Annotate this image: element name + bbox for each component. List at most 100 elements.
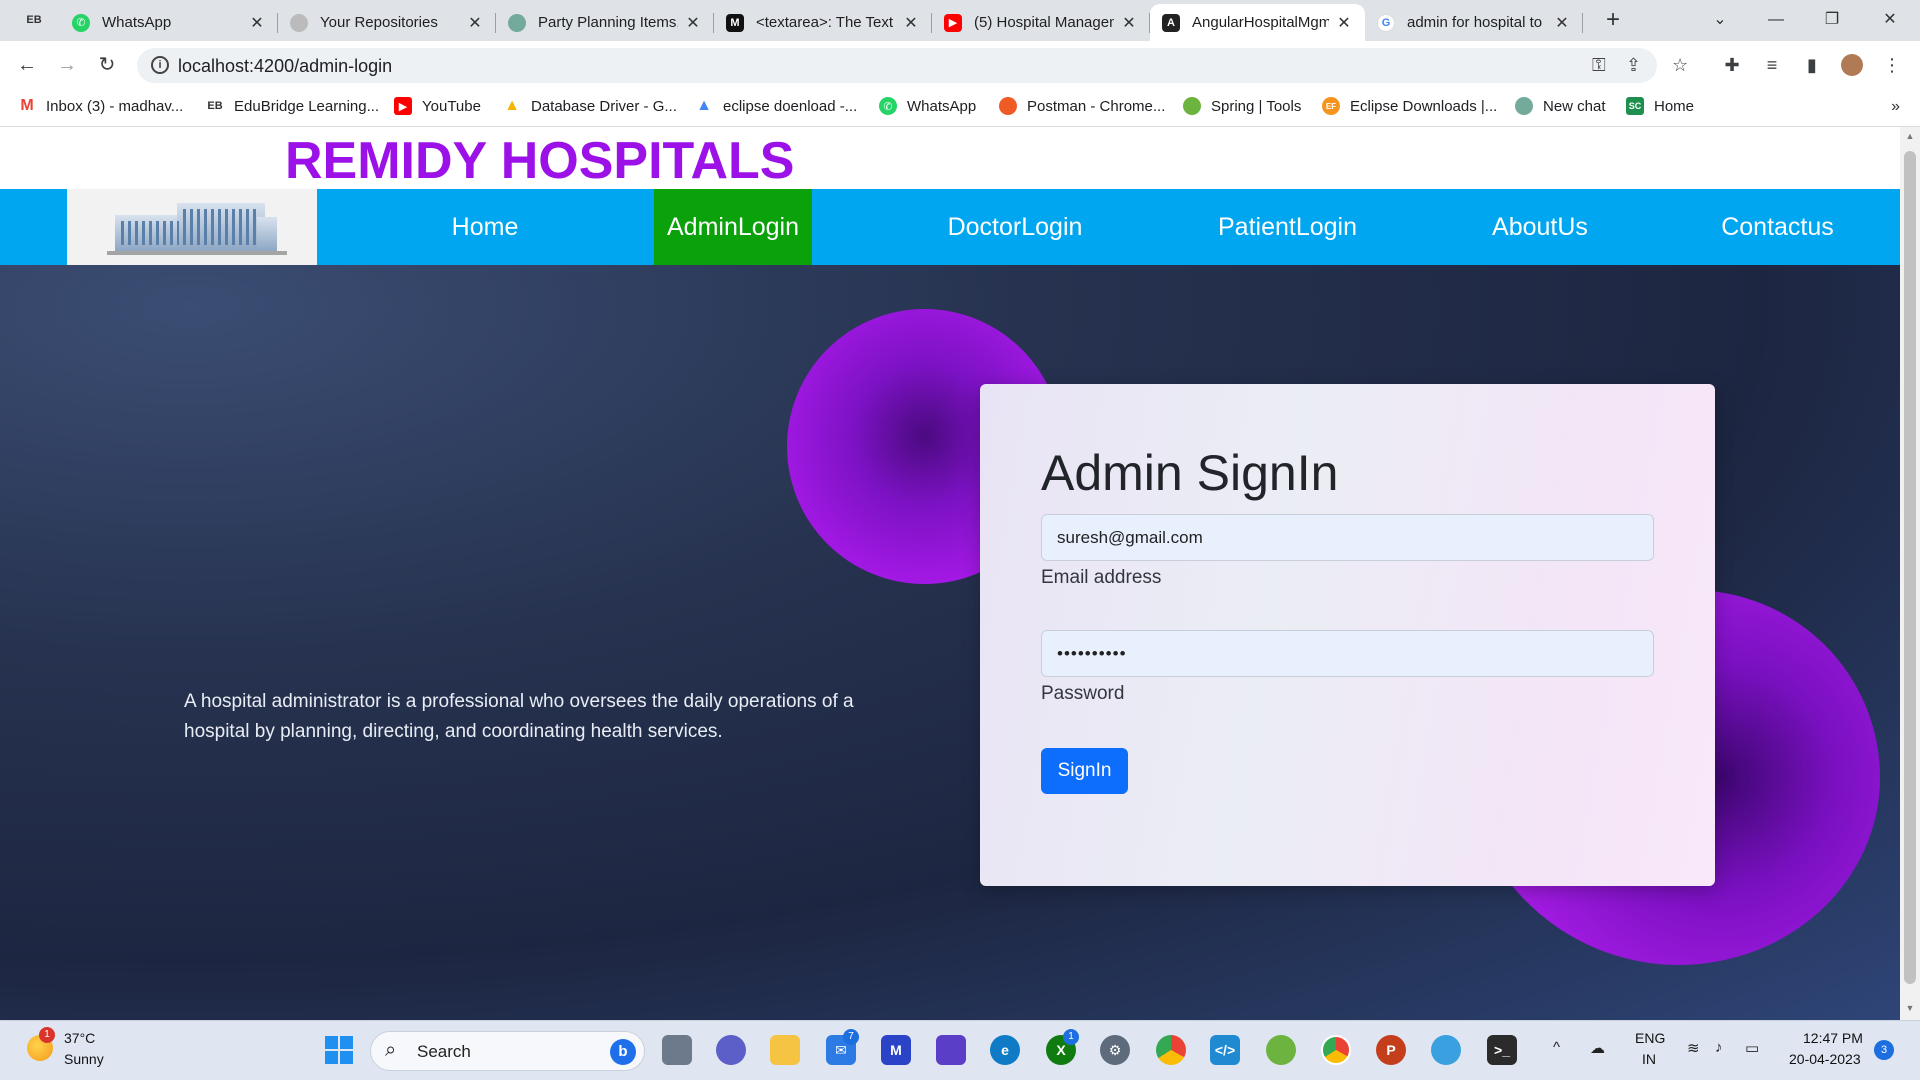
powerpoint-icon[interactable]: P	[1376, 1035, 1406, 1065]
whatsapp-icon: ✆	[879, 97, 897, 115]
bookmark-gmail[interactable]: M Inbox (3) - madhav...	[18, 97, 183, 115]
bookmarks-overflow-icon[interactable]: »	[1891, 98, 1900, 116]
weather-temperature[interactable]: 37°C	[64, 1030, 95, 1046]
edge-icon[interactable]: e	[990, 1035, 1020, 1065]
nav-patient-login[interactable]: PatientLogin	[1200, 189, 1375, 265]
bookmark-youtube[interactable]: ▶ YouTube	[394, 97, 481, 115]
whatsapp-icon: ✆	[72, 13, 90, 32]
email-field[interactable]	[1041, 514, 1654, 561]
close-icon[interactable]: ✕	[248, 13, 266, 33]
task-view-icon[interactable]	[662, 1035, 692, 1065]
tray-chevron-icon[interactable]: ^	[1553, 1039, 1560, 1056]
bookmark-eclipse-download[interactable]: ▲ eclipse doenload -...	[695, 97, 857, 115]
back-icon[interactable]: ←	[12, 50, 42, 80]
onedrive-icon[interactable]: ☁	[1590, 1039, 1605, 1057]
taskbar-search[interactable]: ⌕ Search b	[370, 1031, 645, 1071]
restore-icon[interactable]: ❐	[1812, 4, 1852, 36]
page-scrollbar[interactable]: ▲ ▼	[1900, 127, 1920, 1020]
email-label: Email address	[1041, 567, 1162, 588]
bing-icon[interactable]: b	[610, 1039, 636, 1065]
copilot-icon[interactable]	[936, 1035, 966, 1065]
scroll-down-icon[interactable]: ▼	[1904, 1003, 1916, 1013]
signin-button[interactable]: SignIn	[1041, 748, 1128, 794]
language-indicator[interactable]: ENG	[1635, 1030, 1665, 1046]
bookmark-edubridge[interactable]: EB EduBridge Learning...	[206, 97, 379, 115]
profile-icon[interactable]: EB	[22, 8, 46, 32]
close-icon[interactable]: ✕	[466, 13, 484, 33]
spring-tools-icon[interactable]	[1266, 1035, 1296, 1065]
mdn-icon: M	[726, 13, 744, 32]
mdn-app-icon[interactable]: M	[881, 1035, 911, 1065]
tab-angular-hospital[interactable]: A AngularHospitalMgm ✕	[1150, 4, 1365, 41]
bookmark-home[interactable]: SC Home	[1626, 97, 1694, 115]
url-text[interactable]: localhost:4200/admin-login	[178, 56, 392, 77]
tab-repositories[interactable]: Your Repositories ✕	[278, 4, 496, 41]
wifi-icon[interactable]: ≋	[1687, 1039, 1700, 1057]
bookmark-database-driver[interactable]: ▲ Database Driver - G...	[503, 97, 677, 115]
side-panel-icon[interactable]: ▮	[1797, 50, 1827, 80]
nav-admin-login[interactable]: AdminLogin	[654, 189, 812, 265]
chrome-profile-icon[interactable]	[1321, 1035, 1351, 1065]
google-drive-icon: ▲	[696, 97, 712, 114]
site-header: REMIDY HOSPITALS	[0, 127, 1900, 190]
tab-party-planning[interactable]: Party Planning Items. ✕	[496, 4, 714, 41]
new-tab-button[interactable]: +	[1598, 6, 1628, 36]
vscode-icon[interactable]: </>	[1210, 1035, 1240, 1065]
password-field[interactable]	[1041, 630, 1654, 677]
forward-icon[interactable]: →	[52, 50, 82, 80]
volume-icon[interactable]: ♪	[1715, 1039, 1723, 1056]
tab-textarea[interactable]: M <textarea>: The Text ✕	[714, 4, 932, 41]
hospital-logo[interactable]	[67, 189, 317, 265]
start-icon[interactable]	[324, 1035, 354, 1065]
bookmark-eclipse-downloads[interactable]: EF Eclipse Downloads |...	[1322, 97, 1497, 115]
tab-whatsapp[interactable]: ✆ WhatsApp ✕	[60, 4, 278, 41]
share-icon[interactable]: ⇪	[1626, 55, 1641, 76]
scroll-up-icon[interactable]: ▲	[1904, 131, 1916, 141]
reload-icon[interactable]: ↻	[92, 50, 122, 80]
bookmark-new-chat[interactable]: New chat	[1515, 97, 1606, 115]
notification-badge[interactable]: 3	[1874, 1040, 1894, 1060]
nav-contact-us[interactable]: Contactus	[1705, 189, 1850, 265]
nav-doctor-login[interactable]: DoctorLogin	[930, 189, 1100, 265]
eclipse-ide-icon[interactable]	[1431, 1035, 1461, 1065]
battery-icon[interactable]: ▭	[1745, 1039, 1759, 1057]
chrome-icon[interactable]	[1156, 1035, 1186, 1065]
clock-date[interactable]: 20-04-2023	[1789, 1051, 1861, 1067]
file-explorer-icon[interactable]	[770, 1035, 800, 1065]
clock-time[interactable]: 12:47 PM	[1803, 1030, 1863, 1046]
chatgpt-icon	[1515, 97, 1533, 115]
nav-about-us[interactable]: AboutUs	[1470, 189, 1610, 265]
tab-hospital-management[interactable]: ▶ (5) Hospital Managem ✕	[932, 4, 1150, 41]
menu-icon[interactable]: ⋮	[1877, 50, 1907, 80]
password-label: Password	[1041, 683, 1125, 704]
minimize-icon[interactable]: —	[1756, 4, 1796, 36]
extensions-icon[interactable]: ✚	[1717, 50, 1747, 80]
search-label: Search	[417, 1042, 471, 1061]
terminal-icon[interactable]: >_	[1487, 1035, 1517, 1065]
avatar[interactable]	[1837, 50, 1867, 80]
tab-google-search[interactable]: G admin for hospital to ✕	[1365, 4, 1583, 41]
chat-icon[interactable]	[716, 1035, 746, 1065]
close-icon[interactable]: ✕	[902, 13, 920, 33]
weather-condition[interactable]: Sunny	[64, 1051, 104, 1067]
close-icon[interactable]: ✕	[684, 13, 702, 33]
browser-tab-strip: EB ✆ WhatsApp ✕ Your Repositories ✕ Part…	[0, 0, 1920, 41]
scrollbar-thumb[interactable]	[1904, 151, 1916, 984]
bookmark-whatsapp[interactable]: ✆ WhatsApp	[879, 97, 976, 115]
bookmark-spring-tools[interactable]: Spring | Tools	[1183, 97, 1301, 115]
media-icon[interactable]: ≡	[1757, 50, 1787, 80]
address-bar[interactable]: i localhost:4200/admin-login ⚿ ⇪ ☆	[137, 48, 1688, 83]
bookmark-postman[interactable]: Postman - Chrome...	[999, 97, 1165, 115]
settings-icon[interactable]: ⚙	[1100, 1035, 1130, 1065]
close-icon[interactable]: ✕	[1335, 13, 1353, 33]
bookmark-star-icon[interactable]: ☆	[1672, 55, 1688, 76]
xbox-badge: 1	[1063, 1029, 1079, 1045]
close-icon[interactable]: ✕	[1120, 13, 1138, 33]
close-icon[interactable]: ✕	[1553, 13, 1571, 33]
site-info-icon[interactable]: i	[151, 56, 169, 74]
window-close-icon[interactable]: ✕	[1870, 4, 1910, 36]
language-region[interactable]: IN	[1642, 1051, 1656, 1067]
key-icon[interactable]: ⚿	[1592, 55, 1606, 76]
nav-home[interactable]: Home	[425, 189, 545, 265]
tab-search-chevron-icon[interactable]: ⌄	[1700, 4, 1740, 36]
